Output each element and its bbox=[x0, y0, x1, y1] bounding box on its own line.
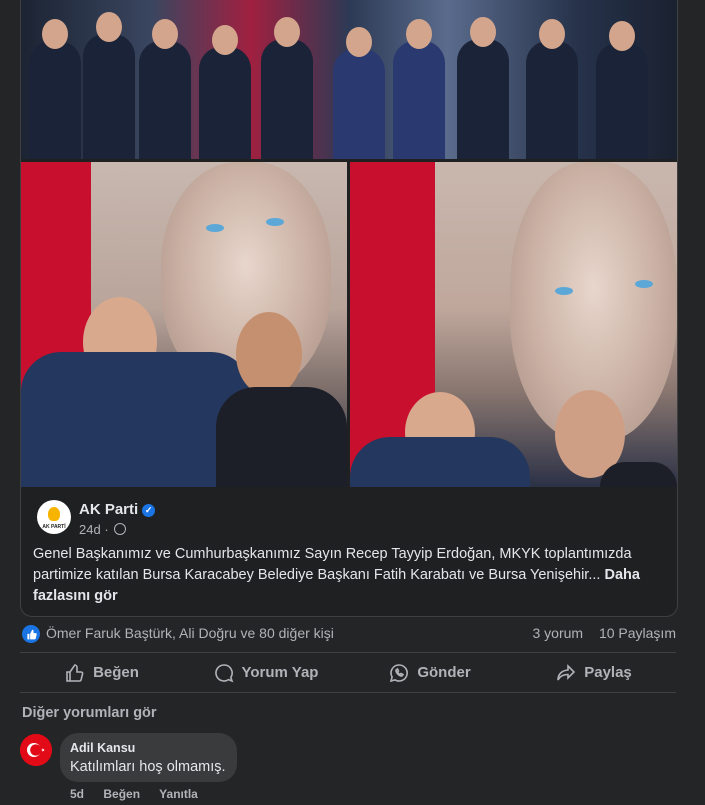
scrollbar[interactable] bbox=[697, 0, 703, 805]
comment-text: Katılımları hoş olmamış. bbox=[70, 759, 226, 775]
post-photo-1[interactable] bbox=[21, 0, 677, 159]
post-time[interactable]: 24d bbox=[79, 522, 101, 537]
send-button[interactable]: Gönder bbox=[348, 654, 512, 691]
share-label: Paylaş bbox=[584, 664, 632, 681]
comment-button[interactable]: Yorum Yap bbox=[184, 654, 348, 691]
post-text: Genel Başkanımız ve Cumhurbaşkanımız Say… bbox=[33, 544, 663, 607]
divider bbox=[20, 692, 676, 693]
comment-avatar[interactable] bbox=[20, 734, 52, 766]
divider bbox=[20, 652, 676, 653]
comment-actions: 5d Beğen Yanıtla bbox=[70, 787, 214, 801]
comment-time[interactable]: 5d bbox=[70, 787, 84, 801]
page-avatar[interactable]: AK PARTİ bbox=[37, 500, 71, 534]
comment-icon bbox=[214, 663, 233, 682]
post-card: AK PARTİ AK Parti ✓ 24d · Genel Başkanımı… bbox=[20, 0, 678, 617]
post-photo-2[interactable] bbox=[21, 162, 347, 487]
logo-text: AK PARTİ bbox=[42, 524, 66, 530]
comment-like-button[interactable]: Beğen bbox=[103, 787, 140, 801]
share-count[interactable]: 10 Paylaşım bbox=[599, 625, 676, 641]
share-button[interactable]: Paylaş bbox=[512, 654, 676, 691]
like-reaction-icon[interactable] bbox=[22, 625, 40, 643]
globe-icon bbox=[114, 523, 127, 535]
post-meta: 24d · bbox=[79, 522, 127, 537]
like-button[interactable]: Beğen bbox=[20, 654, 184, 691]
comment-count[interactable]: 3 yorum bbox=[532, 625, 583, 641]
share-arrow-icon bbox=[557, 663, 576, 680]
more-comments-link[interactable]: Diğer yorumları gör bbox=[22, 705, 157, 721]
reactions-bar: Ömer Faruk Baştürk, Ali Doğru ve 80 diğe… bbox=[22, 624, 676, 644]
comment-label: Yorum Yap bbox=[241, 664, 319, 681]
comment-author[interactable]: Adil Kansu bbox=[70, 741, 135, 755]
post-photo-3[interactable] bbox=[350, 162, 677, 487]
page-name-label[interactable]: AK Parti bbox=[79, 501, 138, 518]
comment-bubble: Adil Kansu Katılımları hoş olmamış. bbox=[60, 733, 237, 782]
send-label: Gönder bbox=[417, 664, 471, 681]
reaction-names[interactable]: Ömer Faruk Baştürk, Ali Doğru ve 80 diğe… bbox=[46, 625, 334, 641]
comment-reply-button[interactable]: Yanıtla bbox=[159, 787, 198, 801]
like-label: Beğen bbox=[93, 664, 139, 681]
post-actions: Beğen Yorum Yap Gönder Paylaş bbox=[20, 654, 676, 691]
page-name[interactable]: AK Parti ✓ bbox=[79, 501, 156, 518]
post-body: Genel Başkanımız ve Cumhurbaşkanımız Say… bbox=[33, 546, 632, 583]
turkish-flag-icon bbox=[20, 734, 52, 766]
whatsapp-icon bbox=[390, 663, 409, 682]
thumbs-up-icon bbox=[66, 663, 84, 682]
verified-badge-icon: ✓ bbox=[142, 504, 156, 517]
bulb-icon bbox=[48, 507, 60, 521]
